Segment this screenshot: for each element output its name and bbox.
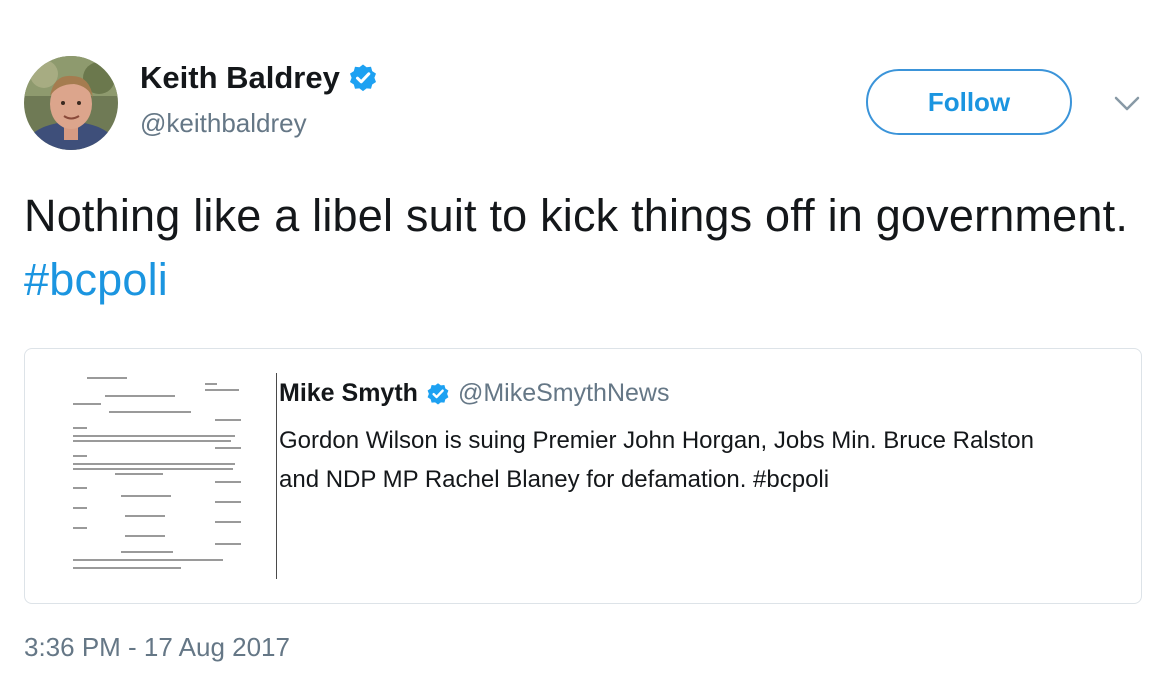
quoted-tweet-text: Gordon Wilson is suing Premier John Horg…	[279, 427, 1034, 493]
follow-button[interactable]: Follow	[866, 69, 1072, 135]
chevron-down-icon[interactable]	[1112, 92, 1142, 116]
verified-badge-icon	[426, 382, 450, 406]
hashtag-link[interactable]: #bcpoli	[24, 254, 168, 305]
legal-document-thumbnail	[65, 373, 255, 579]
quote-divider	[276, 373, 277, 579]
tweet-timestamp[interactable]: 3:36 PM - 17 Aug 2017	[24, 632, 290, 663]
verified-badge-icon	[348, 63, 378, 93]
person-photo-avatar	[24, 56, 118, 150]
quoted-author-handle: @MikeSmythNews	[457, 379, 670, 407]
author-name[interactable]: Keith Baldrey	[140, 60, 378, 96]
quoted-tweet-header: Mike Smyth @MikeSmythNews	[279, 379, 669, 408]
author-handle[interactable]: @keithbaldrey	[140, 108, 307, 139]
avatar[interactable]	[24, 56, 118, 150]
author-name-label[interactable]: Keith Baldrey	[140, 60, 340, 96]
quoted-author-name: Mike Smyth	[279, 379, 418, 407]
tweet-body: Nothing like a libel suit to kick things…	[24, 190, 1129, 241]
quoted-tweet-card[interactable]: Mike Smyth @MikeSmythNews Gordon Wilson …	[24, 348, 1142, 604]
tweet-text: Nothing like a libel suit to kick things…	[24, 184, 1134, 312]
